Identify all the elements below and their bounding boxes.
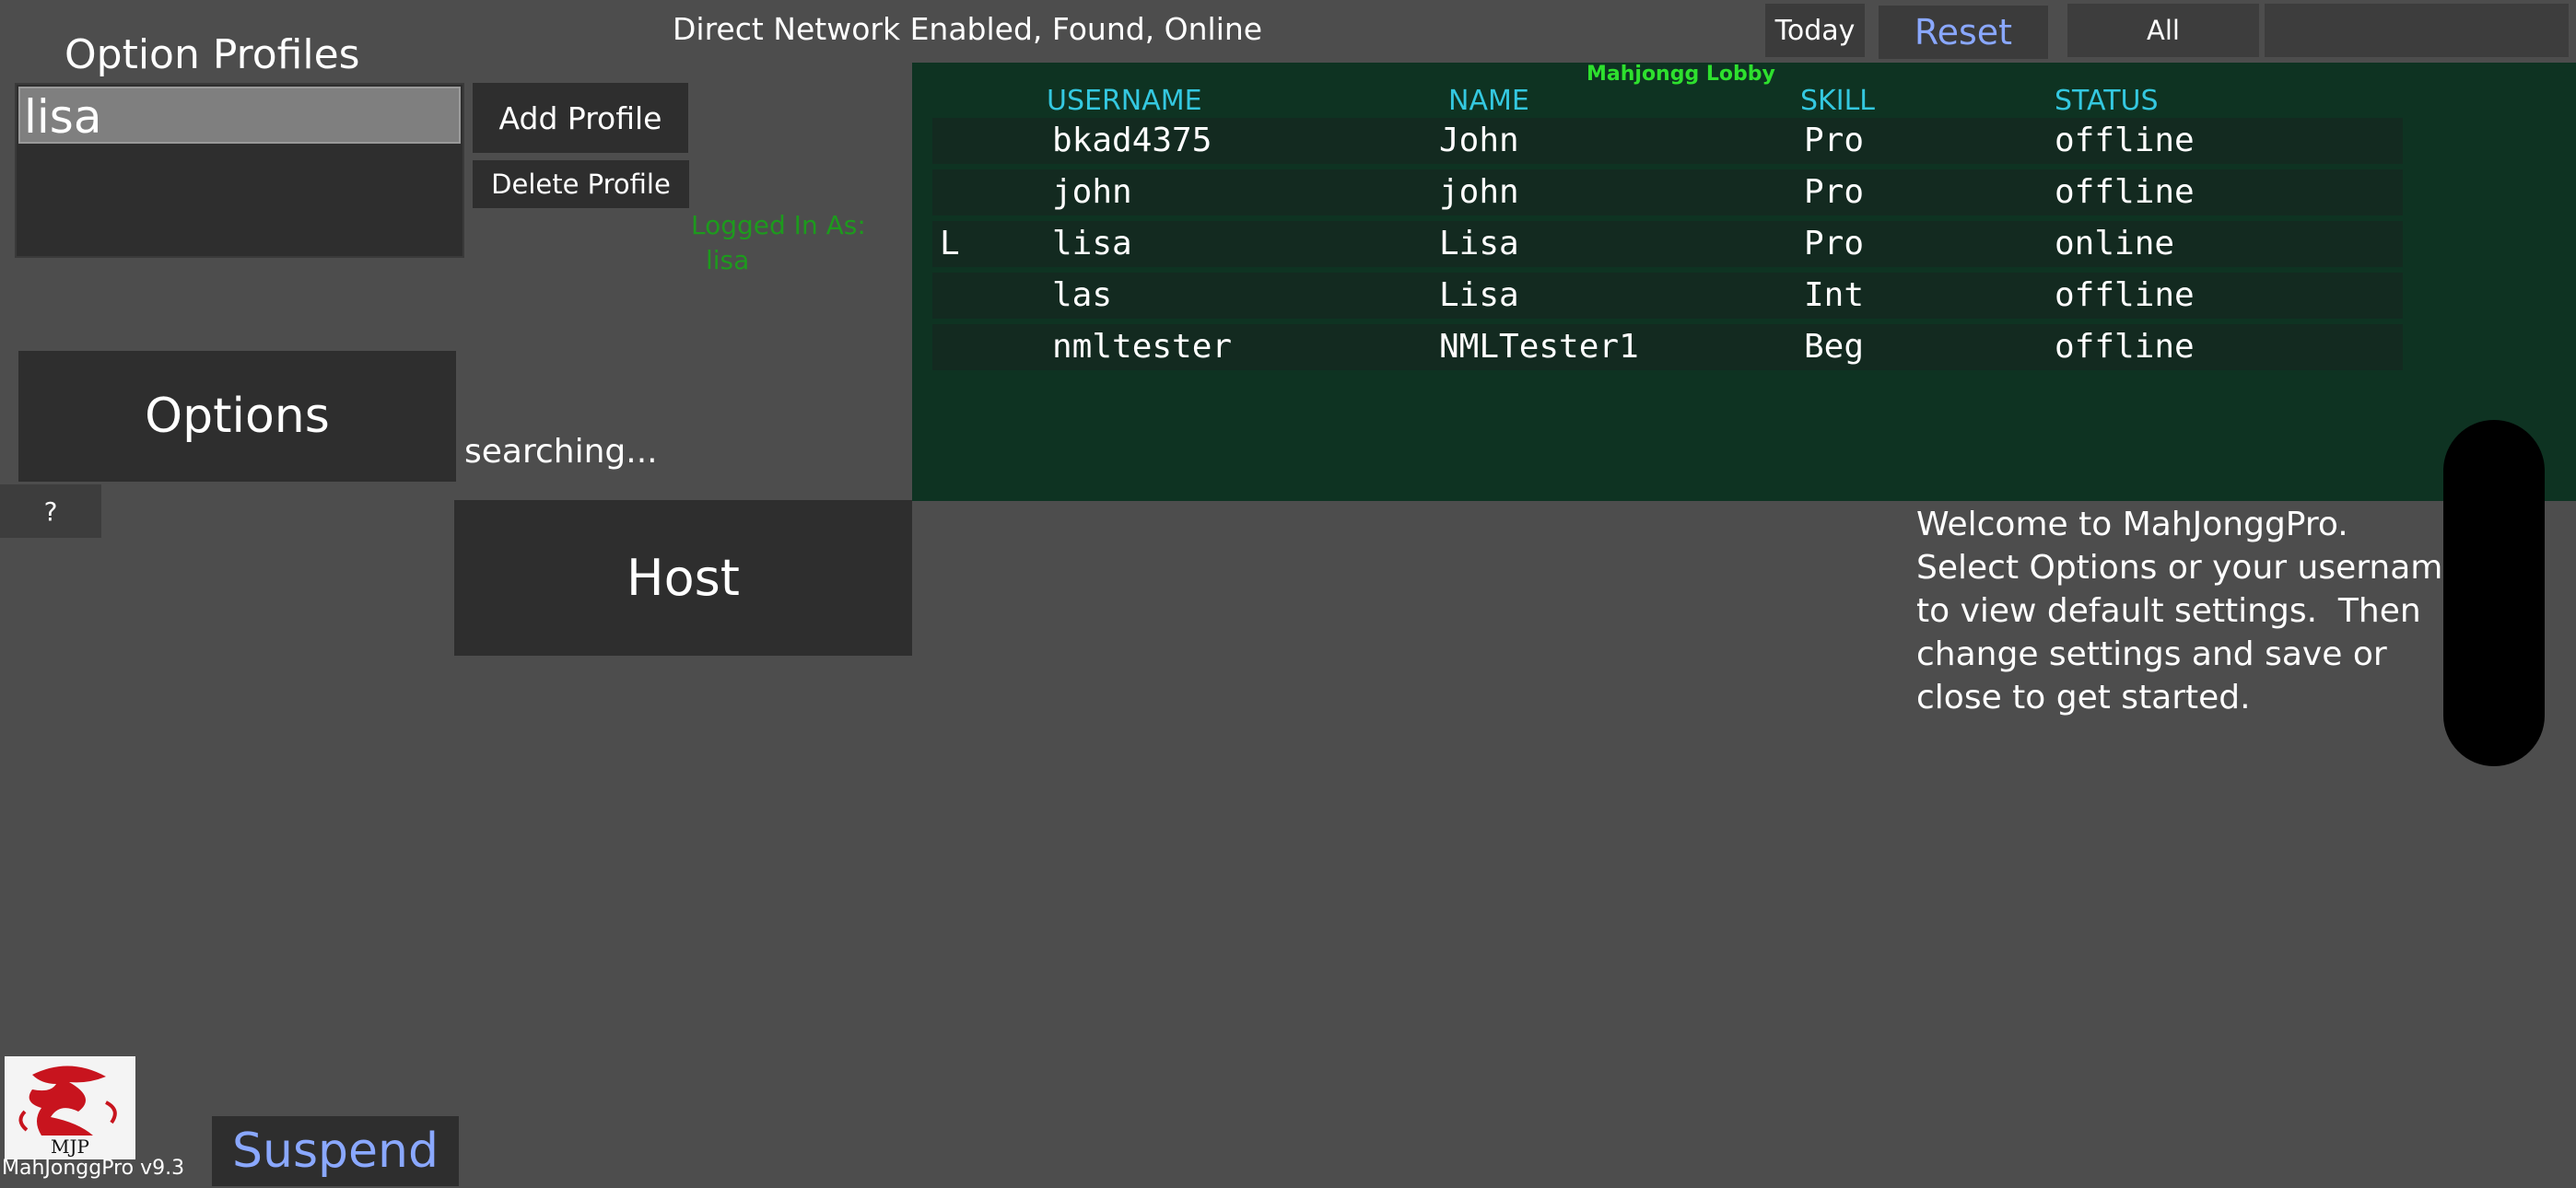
row-username: bkad4375 — [1052, 122, 1212, 159]
row-skill: Int — [1804, 276, 1865, 314]
row-username: john — [1052, 173, 1132, 211]
logged-in-user: lisa — [706, 245, 750, 275]
suspend-button[interactable]: Suspend — [212, 1116, 459, 1186]
row-name: Lisa — [1439, 225, 1519, 262]
delete-profile-button[interactable]: Delete Profile — [473, 160, 689, 208]
filter-all-button[interactable]: All — [2067, 4, 2259, 57]
welcome-message: Welcome to MahJonggPro. Select Options o… — [1916, 506, 2464, 716]
table-row[interactable]: bkad4375 John Pro offline — [932, 118, 2403, 164]
row-status: offline — [2055, 122, 2195, 159]
add-profile-button[interactable]: Add Profile — [473, 83, 688, 153]
table-row[interactable]: john john Pro offline — [932, 169, 2403, 215]
row-username: lisa — [1052, 225, 1132, 262]
row-flag: L — [940, 225, 960, 262]
column-header-username[interactable]: USERNAME — [1047, 85, 1202, 117]
host-button[interactable]: Host — [454, 500, 912, 656]
today-button[interactable]: Today — [1765, 4, 1865, 57]
column-header-skill[interactable]: SKILL — [1800, 85, 1875, 117]
network-status: Direct Network Enabled, Found, Online — [673, 11, 1263, 47]
logo-text: MJP — [51, 1136, 89, 1158]
column-header-name[interactable]: NAME — [1448, 85, 1529, 117]
lobby-title: Mahjongg Lobby — [1587, 63, 1775, 86]
logged-in-status: Logged In As: lisa — [691, 208, 866, 278]
row-name: John — [1439, 122, 1519, 159]
logged-in-label: Logged In As: — [691, 210, 866, 240]
searching-status: searching... — [464, 433, 658, 471]
help-button[interactable]: ? — [0, 484, 101, 538]
profiles-title: Option Profiles — [64, 31, 360, 78]
reset-button[interactable]: Reset — [1879, 6, 2048, 59]
scroll-handle[interactable] — [2443, 420, 2545, 766]
row-status: offline — [2055, 173, 2195, 211]
row-skill: Pro — [1804, 173, 1865, 211]
row-status: online — [2055, 225, 2175, 262]
column-header-status[interactable]: STATUS — [2055, 85, 2159, 117]
filter-blank-field[interactable] — [2265, 4, 2569, 57]
row-name: Lisa — [1439, 276, 1519, 314]
app-logo: MJP — [5, 1056, 135, 1159]
row-username: las — [1052, 276, 1113, 314]
row-skill: Pro — [1804, 122, 1865, 159]
version-label: MahJonggPro v9.3 — [2, 1157, 185, 1180]
row-name: NMLTester1 — [1439, 328, 1639, 366]
row-name: john — [1439, 173, 1519, 211]
row-username: nmltester — [1052, 328, 1233, 366]
table-row[interactable]: L lisa Lisa Pro online — [932, 221, 2403, 267]
row-skill: Beg — [1804, 328, 1865, 366]
row-status: offline — [2055, 276, 2195, 314]
options-button[interactable]: Options — [18, 351, 456, 482]
table-row[interactable]: las Lisa Int offline — [932, 273, 2403, 319]
profile-list-item-selected[interactable]: lisa — [18, 87, 461, 144]
row-status: offline — [2055, 328, 2195, 366]
row-skill: Pro — [1804, 225, 1865, 262]
table-row[interactable]: nmltester NMLTester1 Beg offline — [932, 324, 2403, 370]
